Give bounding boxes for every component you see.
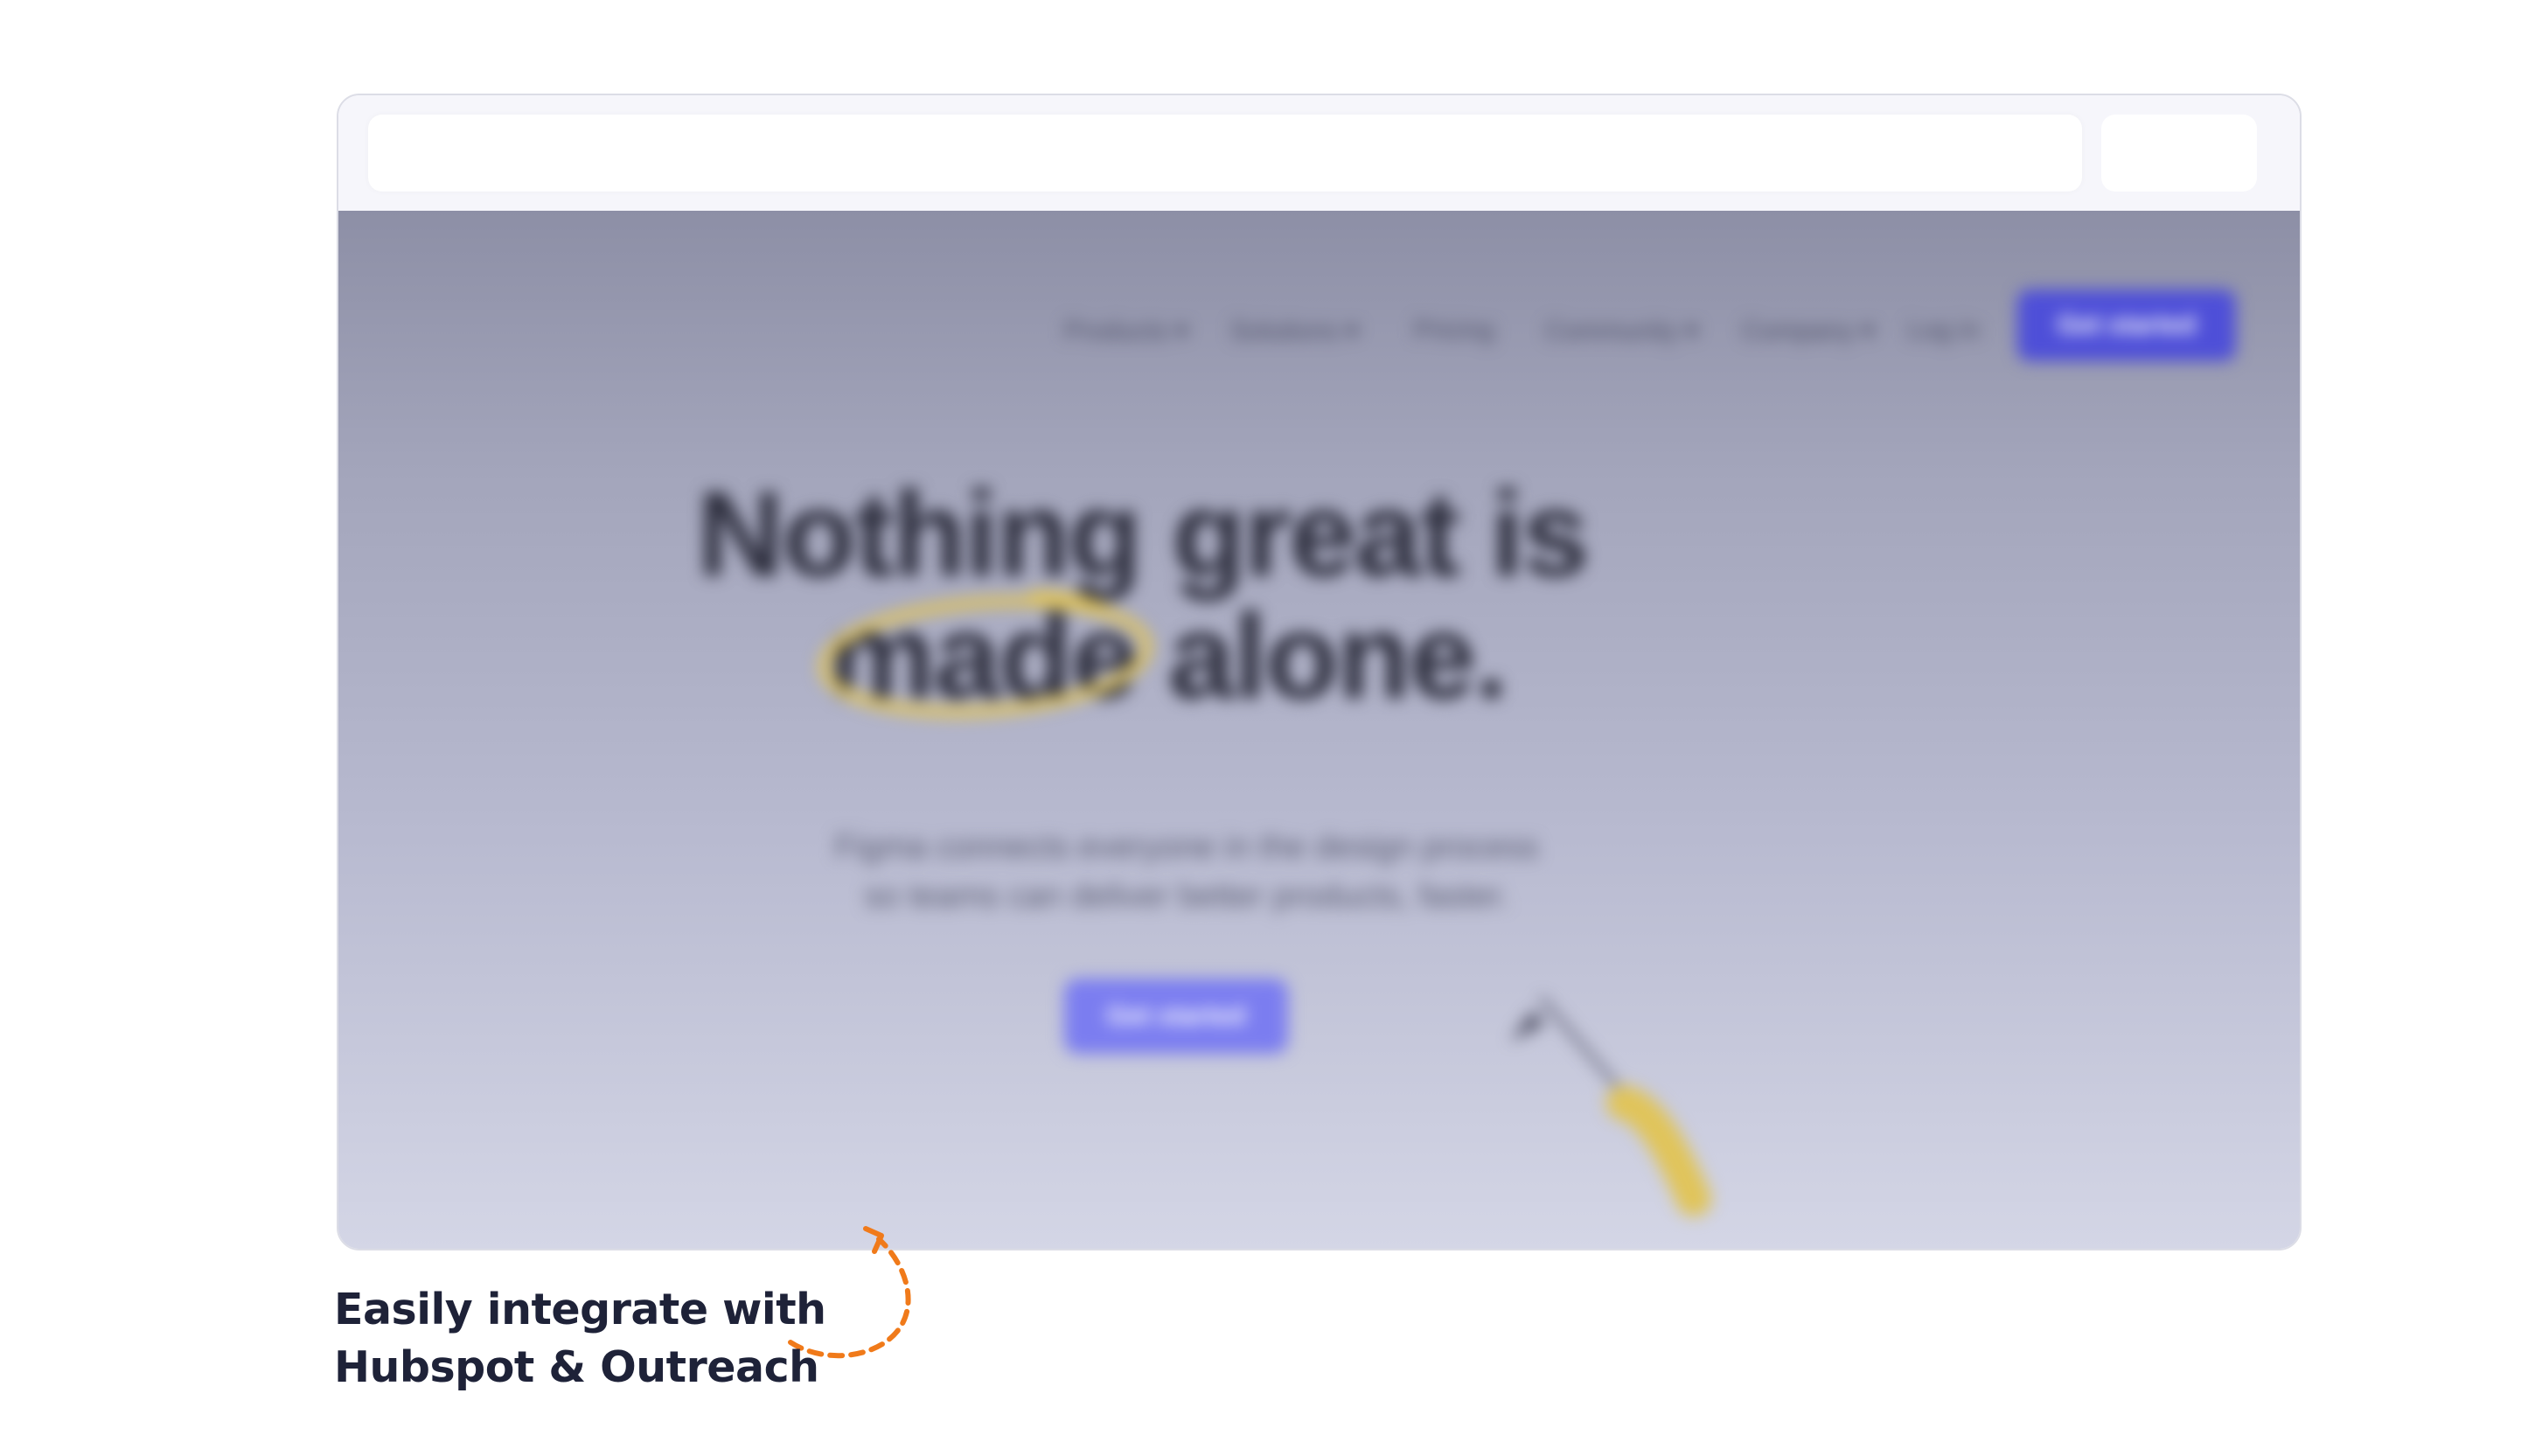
hero-subtitle: Figma connects everyone in the design pr… <box>793 823 1580 921</box>
caption-line2: Hubspot & Outreach <box>334 1342 819 1392</box>
nav-item-pricing[interactable]: Pricing <box>1414 316 1494 345</box>
browser-toolbar-button[interactable] <box>2101 115 2257 192</box>
highlight-scribble-icon <box>818 590 1153 718</box>
pencil-icon <box>1510 996 1711 1216</box>
browser-toolbar <box>338 95 2300 211</box>
caption-line1: Easily integrate with <box>334 1285 826 1334</box>
hero-subtitle-line2: so teams can deliver better products, fa… <box>864 878 1509 915</box>
nav-item-products[interactable]: Products ▾ <box>1064 316 1188 346</box>
nav-item-login[interactable]: Log in <box>1908 316 1980 345</box>
address-bar[interactable] <box>368 115 2082 192</box>
nav-item-solutions[interactable]: Solutions ▾ <box>1230 316 1359 346</box>
blurred-website-content: Products ▾ Solutions ▾ Pricing Community… <box>338 211 2300 1249</box>
website-preview: Products ▾ Solutions ▾ Pricing Community… <box>338 211 2300 1249</box>
hero-subtitle-line1: Figma connects everyone in the design pr… <box>834 829 1539 866</box>
hero-get-started-button[interactable]: Get started <box>1064 979 1288 1054</box>
nav-item-company[interactable]: Company ▾ <box>1742 316 1875 346</box>
nav-get-started-button[interactable]: Get started <box>2017 289 2236 361</box>
integration-caption: Easily integrate with Hubspot & Outreach <box>334 1281 826 1397</box>
nav-item-community[interactable]: Community ▾ <box>1545 316 1698 346</box>
browser-window: Products ▾ Solutions ▾ Pricing Community… <box>337 94 2302 1250</box>
